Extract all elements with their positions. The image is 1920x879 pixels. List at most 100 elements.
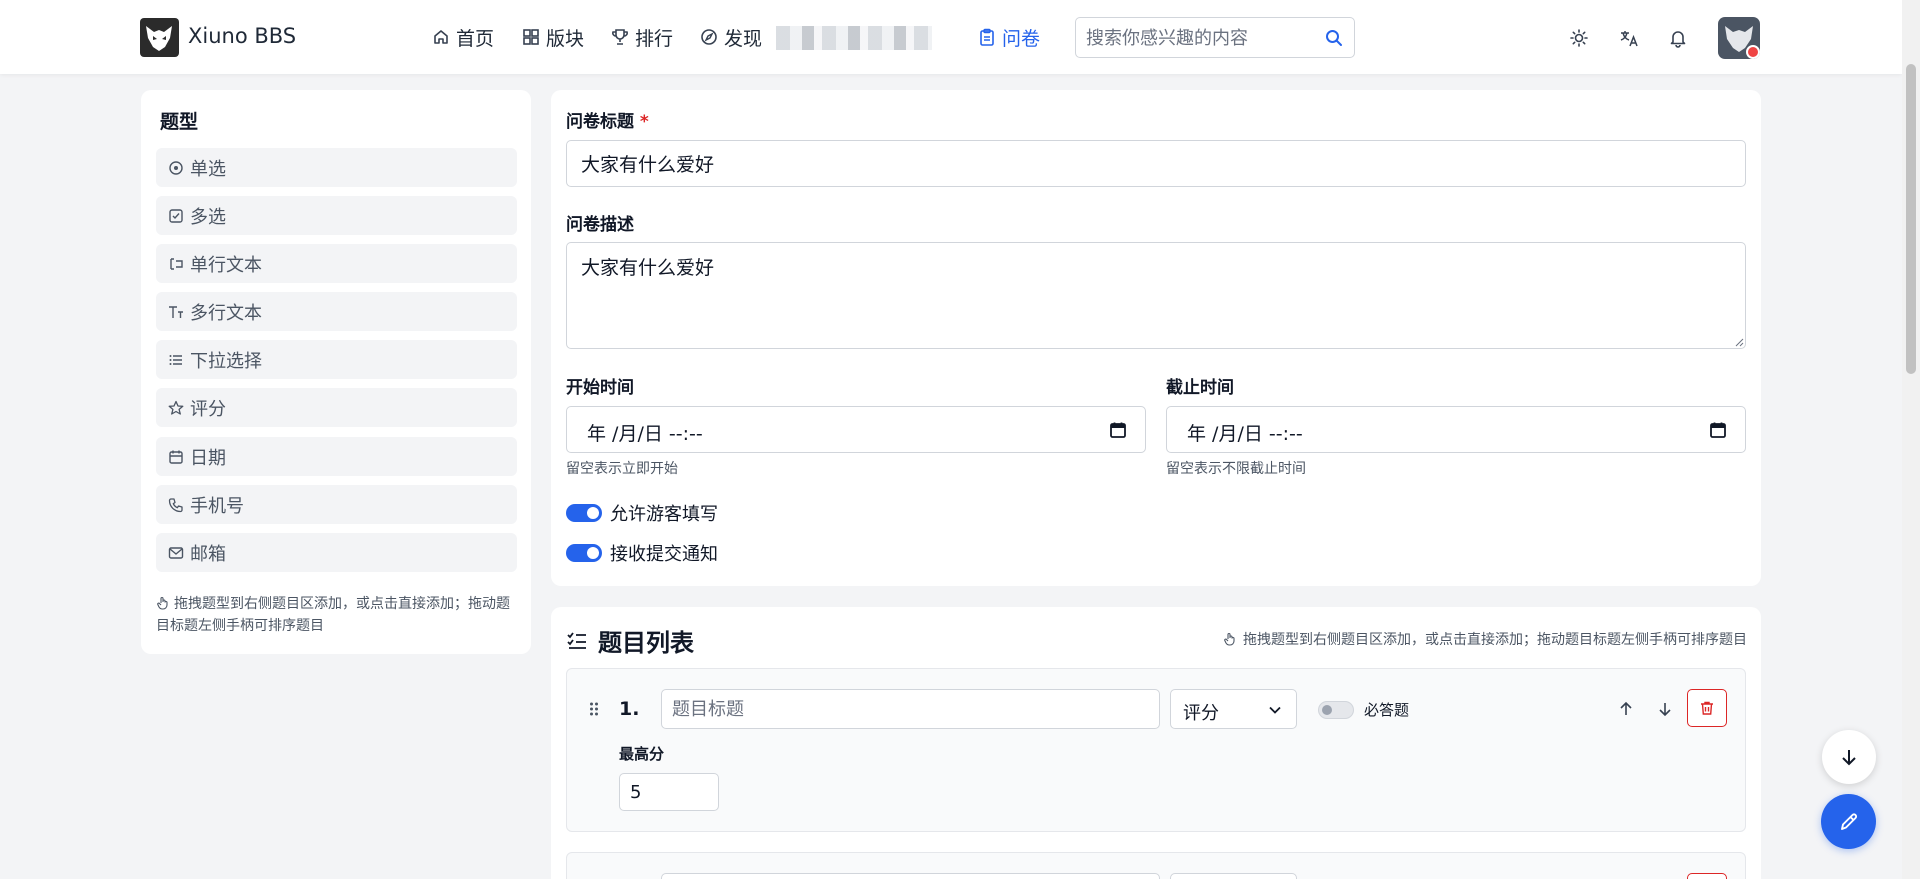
survey-desc-textarea[interactable]: 大家有什么爱好: [566, 242, 1746, 349]
type-label: 单选: [190, 158, 226, 180]
checkbox-icon: [169, 208, 183, 223]
type-single-line-text[interactable]: 单行文本: [156, 244, 517, 283]
max-score-input[interactable]: [619, 773, 719, 811]
list-icon: [169, 354, 182, 365]
search-input[interactable]: [1086, 26, 1306, 50]
end-time-value: 年 /月/日 --:--: [1187, 423, 1303, 445]
resize-grip-icon[interactable]: [1735, 338, 1744, 347]
notify-label: 接收提交通知: [610, 544, 718, 565]
type-label: 手机号: [190, 495, 244, 517]
question-title-input[interactable]: [661, 689, 1160, 729]
start-time-help: 留空表示立即开始: [566, 461, 678, 477]
bell-icon[interactable]: [1668, 28, 1688, 48]
type-multi-line-text[interactable]: 多行文本: [156, 292, 517, 331]
drag-hint-text: 拖拽题型到右侧题目区添加，或点击直接添加；拖动题目标题左侧手柄可排序题目: [156, 596, 510, 634]
delete-question-button[interactable]: [1687, 873, 1727, 879]
search-icon[interactable]: [1324, 28, 1344, 48]
nav-discover[interactable]: 发现: [700, 24, 762, 50]
nav-survey[interactable]: 问卷: [978, 24, 1040, 50]
type-label: 单行文本: [190, 254, 262, 276]
clipboard-icon: [980, 28, 994, 46]
end-time-label: 截止时间: [1166, 378, 1234, 398]
survey-title-label-text: 问卷标题: [566, 112, 634, 132]
question-list-hint: 拖拽题型到右侧题目区添加，或点击直接添加；拖动题目标题左侧手柄可排序题目: [1223, 629, 1747, 649]
radio-icon: [169, 160, 183, 175]
pencil-icon: [1840, 813, 1857, 830]
max-score-label: 最高分: [619, 745, 665, 763]
type-email[interactable]: 邮箱: [156, 533, 517, 572]
nav-ranking[interactable]: 排行: [611, 24, 673, 50]
notify-toggle[interactable]: [566, 544, 602, 562]
question-type-value: 评分: [1183, 703, 1219, 724]
compose-button[interactable]: [1821, 794, 1876, 849]
chevron-down-icon: [1269, 706, 1281, 714]
type-multiple-choice[interactable]: 多选: [156, 196, 517, 235]
type-single-choice[interactable]: 单选: [156, 148, 517, 187]
question-type-select[interactable]: [1170, 873, 1297, 879]
blurred-nav-item[interactable]: [776, 26, 932, 50]
calendar-icon[interactable]: [1709, 421, 1727, 439]
survey-title-input[interactable]: [566, 140, 1746, 187]
nav-forums[interactable]: 版块: [522, 24, 584, 50]
type-label: 下拉选择: [190, 350, 262, 372]
allow-guest-row: 允许游客填写: [566, 500, 718, 526]
start-time-input[interactable]: 年 /月/日 --:--: [566, 406, 1146, 453]
type-label: 多行文本: [190, 302, 262, 324]
delete-question-button[interactable]: [1687, 689, 1727, 727]
type-dropdown[interactable]: 下拉选择: [156, 340, 517, 379]
panel-title: 题型: [160, 111, 199, 133]
sun-icon[interactable]: [1569, 28, 1589, 48]
grid-icon: [523, 29, 539, 45]
trophy-icon: [612, 29, 628, 45]
survey-title-label: 问卷标题 *: [566, 107, 649, 132]
phone-icon: [168, 497, 183, 512]
drag-handle-icon[interactable]: [589, 701, 599, 717]
nav-home-label: 首页: [456, 27, 495, 50]
end-time-help: 留空表示不限截止时间: [1166, 461, 1306, 477]
star-icon: [168, 400, 184, 415]
required-row: 必答题: [1318, 699, 1409, 720]
scroll-down-button[interactable]: [1822, 730, 1876, 784]
allow-guest-toggle[interactable]: [566, 504, 602, 522]
type-phone[interactable]: 手机号: [156, 485, 517, 524]
question-type-select[interactable]: 评分: [1170, 689, 1297, 729]
question-list-card: 题目列表 拖拽题型到右侧题目区添加，或点击直接添加；拖动题目标题左侧手柄可排序题…: [551, 607, 1761, 879]
drag-hint: 拖拽题型到右侧题目区添加，或点击直接添加；拖动题目标题左侧手柄可排序题目: [156, 593, 520, 637]
nav-home[interactable]: 首页: [432, 24, 494, 50]
calendar-icon: [169, 450, 183, 464]
trash-icon: [1701, 701, 1713, 715]
end-time-input[interactable]: 年 /月/日 --:--: [1166, 406, 1746, 453]
question-list-heading: 题目列表: [566, 623, 694, 658]
nav-survey-label: 问卷: [1002, 27, 1041, 50]
checklist-icon: [567, 631, 586, 649]
required-mark: *: [639, 112, 649, 132]
nav-forums-label: 版块: [546, 27, 585, 50]
hand-pointer-icon: [157, 596, 168, 610]
survey-desc-label: 问卷描述: [566, 215, 634, 235]
type-date[interactable]: 日期: [156, 437, 517, 476]
translate-icon[interactable]: [1619, 28, 1639, 48]
notify-row: 接收提交通知: [566, 540, 718, 566]
nav-discover-label: 发现: [724, 27, 763, 50]
type-rating[interactable]: 评分: [156, 388, 517, 427]
arrow-down-icon[interactable]: [1658, 701, 1672, 717]
brand-name[interactable]: Xiuno BBS: [188, 24, 296, 48]
question-type-panel: 题型 单选 多选 单行文本 多行文本 下拉选择 评分 日期 手机号 邮箱 拖拽题…: [141, 90, 531, 654]
home-icon: [434, 30, 448, 44]
question-card: 1. 评分 必答题 最高分: [566, 668, 1746, 832]
arrow-up-icon[interactable]: [1619, 701, 1633, 717]
calendar-icon[interactable]: [1109, 421, 1127, 439]
question-title-input[interactable]: [661, 873, 1160, 879]
question-list-hint-text: 拖拽题型到右侧题目区添加，或点击直接添加；拖动题目标题左侧手柄可排序题目: [1243, 632, 1747, 648]
start-time-label: 开始时间: [566, 378, 634, 398]
allow-guest-label: 允许游客填写: [610, 504, 718, 525]
question-list-title: 题目列表: [598, 629, 694, 657]
start-time-value: 年 /月/日 --:--: [587, 423, 703, 445]
nav-ranking-label: 排行: [635, 27, 674, 50]
scrollbar-thumb[interactable]: [1906, 64, 1916, 374]
type-label: 评分: [190, 398, 226, 420]
site-logo[interactable]: [140, 18, 179, 57]
top-header: Xiuno BBS 首页 版块 排行 发现 问卷: [0, 0, 1902, 74]
required-toggle[interactable]: [1318, 700, 1354, 719]
mail-icon: [168, 546, 184, 559]
